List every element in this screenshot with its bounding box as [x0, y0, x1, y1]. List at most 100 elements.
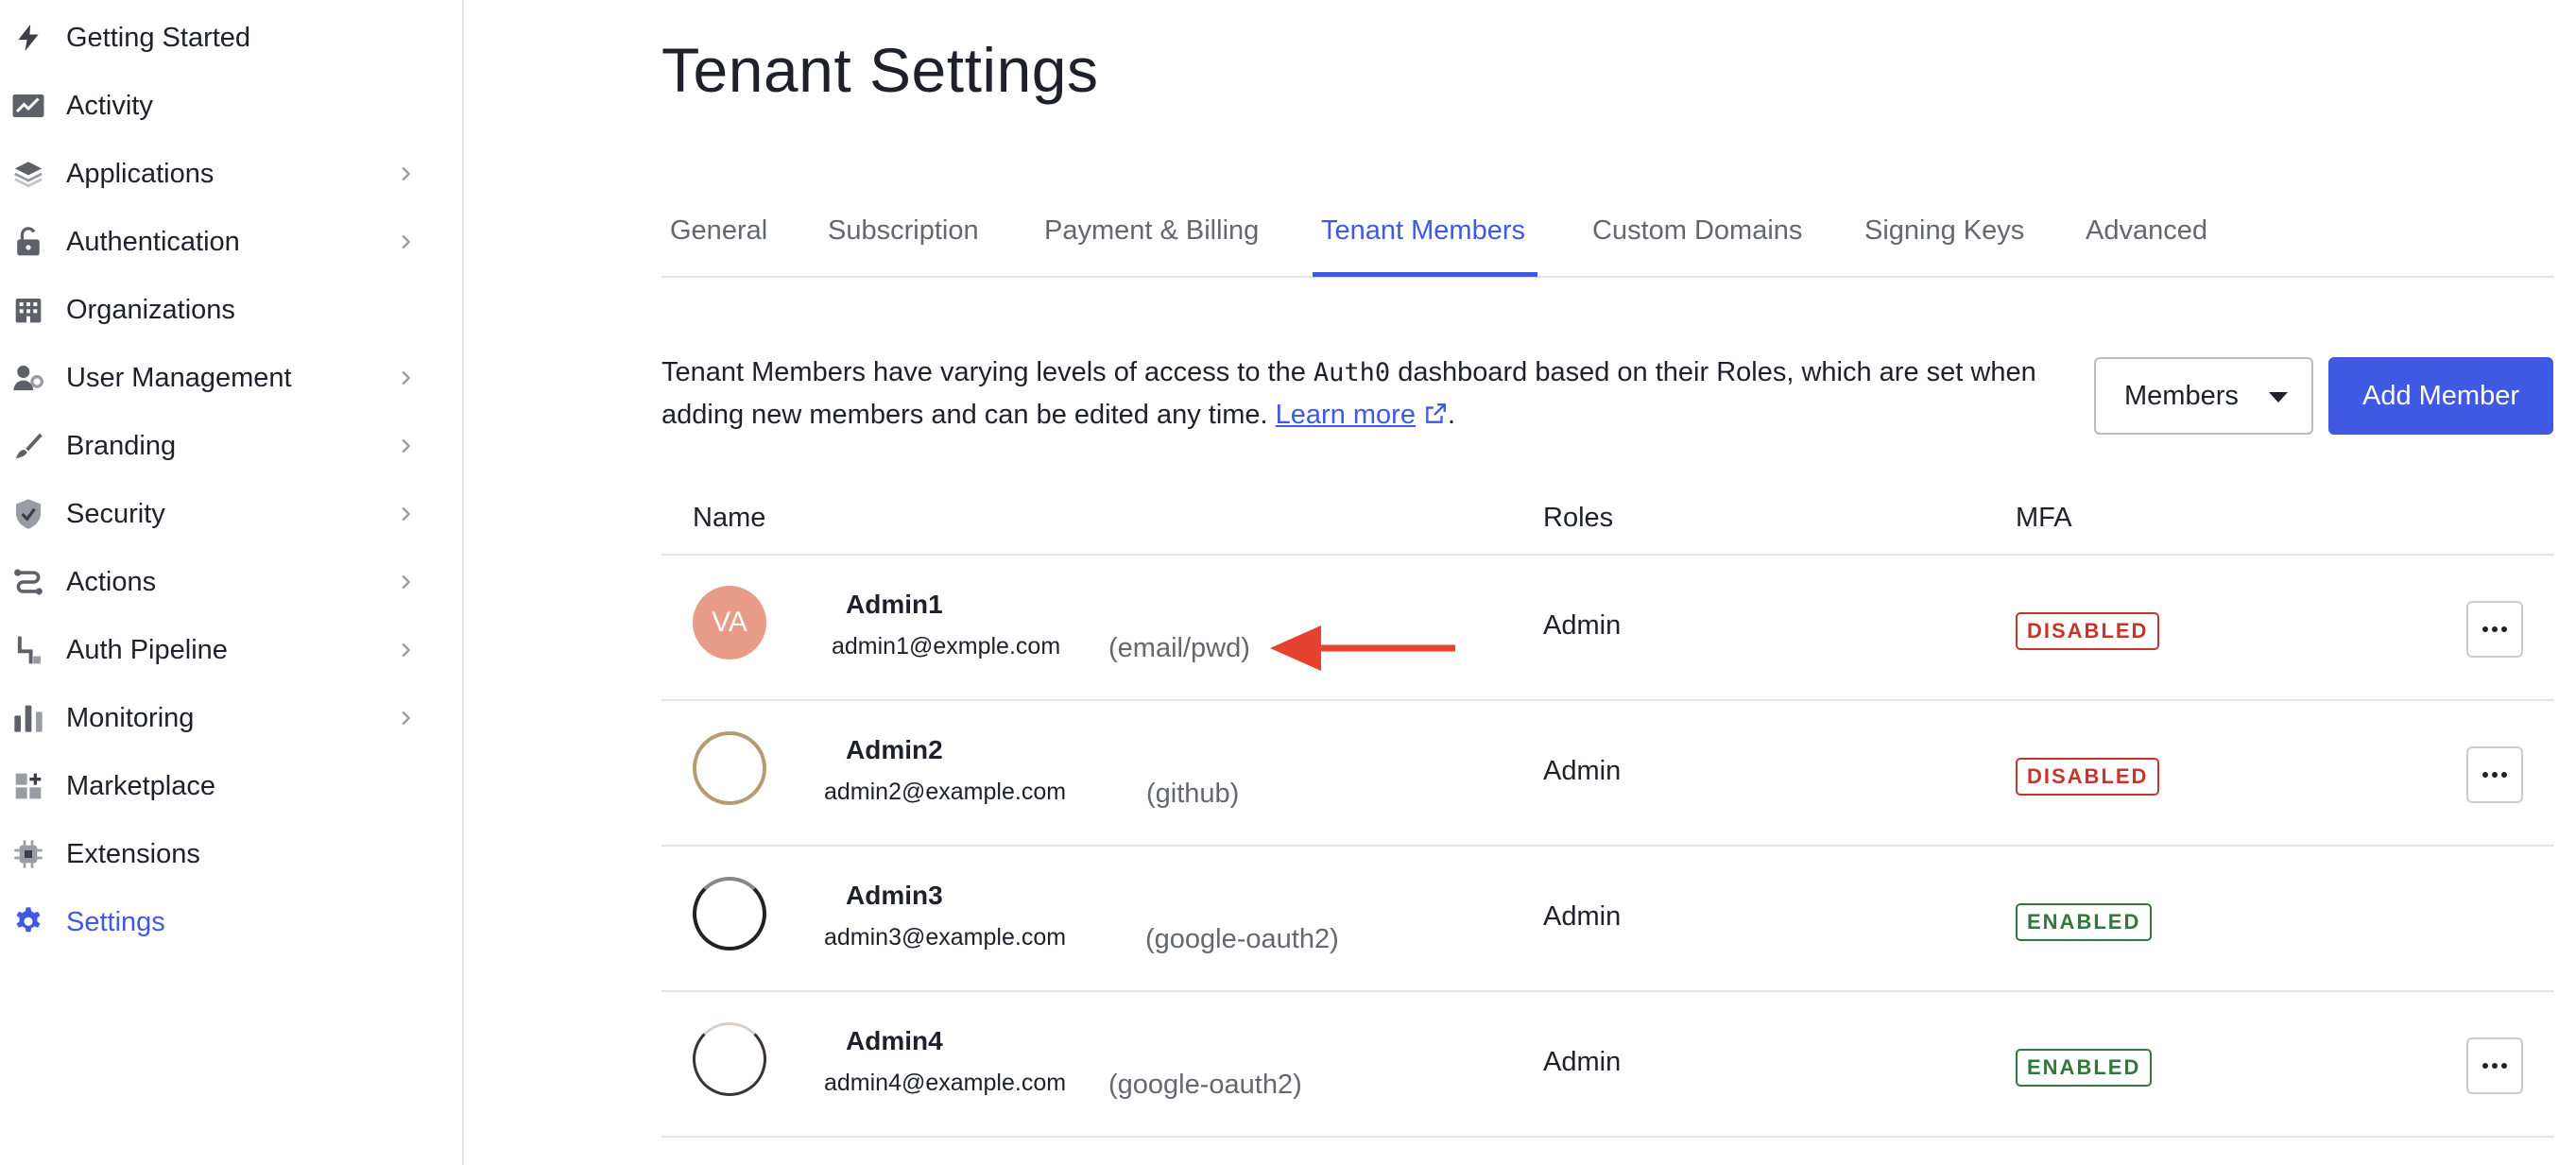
- sidebar-item-marketplace[interactable]: Marketplace: [0, 752, 462, 820]
- sidebar-item-label: Authentication: [66, 226, 240, 257]
- sidebar-item-actions[interactable]: Actions: [0, 548, 462, 616]
- avatar: [693, 1022, 766, 1096]
- chevron-right-icon: [402, 506, 411, 522]
- sidebar-item-monitoring[interactable]: Monitoring: [0, 684, 462, 752]
- sidebar: Getting Started Activity Applications Au…: [0, 0, 464, 1165]
- bar-chart-icon: [11, 701, 45, 735]
- chevron-right-icon: [402, 642, 411, 658]
- mfa-status-badge: ENABLED: [2016, 903, 2153, 941]
- members-filter-value: Members: [2124, 380, 2239, 411]
- member-connection: (google-oauth2): [1108, 1070, 1302, 1100]
- avatar: [693, 877, 766, 951]
- sidebar-item-label: Monitoring: [66, 702, 195, 733]
- tab-tenant-members[interactable]: Tenant Members: [1321, 215, 1525, 247]
- avatar: [693, 731, 766, 805]
- learn-more-link[interactable]: Learn more: [1276, 400, 1416, 430]
- member-connection: (email/pwd): [1108, 633, 1250, 663]
- sidebar-item-label: Actions: [66, 566, 157, 597]
- column-header-roles[interactable]: Roles: [1543, 503, 1613, 534]
- sidebar-item-label: Security: [66, 498, 165, 529]
- row-actions-button[interactable]: [2466, 746, 2523, 803]
- flow-icon: [11, 565, 45, 599]
- row-actions-button[interactable]: [2466, 1037, 2523, 1094]
- member-connection: (github): [1146, 779, 1240, 809]
- add-member-button[interactable]: Add Member: [2328, 357, 2553, 435]
- member-email: admin2@example.com: [824, 779, 1067, 805]
- sidebar-item-settings[interactable]: Settings: [0, 888, 462, 956]
- chevron-right-icon: [402, 711, 411, 726]
- table-row[interactable]: VA Admin1 admin1@exmple.com (email/pwd) …: [661, 556, 2554, 701]
- sidebar-item-label: Organizations: [66, 294, 235, 325]
- sidebar-item-auth-pipeline[interactable]: Auth Pipeline: [0, 616, 462, 684]
- sidebar-item-branding[interactable]: Branding: [0, 412, 462, 480]
- sidebar-item-label: Applications: [66, 158, 215, 189]
- external-link-icon[interactable]: [1423, 402, 1448, 426]
- mfa-status-badge: DISABLED: [2016, 758, 2160, 796]
- table-row[interactable]: Admin3 admin3@example.com (google-oauth2…: [661, 847, 2554, 992]
- sidebar-item-label: Auth Pipeline: [66, 634, 228, 665]
- tab-payment-billing[interactable]: Payment & Billing: [1044, 215, 1259, 247]
- mfa-status-badge: DISABLED: [2016, 612, 2160, 650]
- members-table: Name Roles MFA VA Admin1 admin1@exmple.c…: [661, 480, 2554, 1138]
- member-role: Admin: [1543, 610, 1622, 641]
- sidebar-item-authentication[interactable]: Authentication: [0, 208, 462, 276]
- member-email: admin3@example.com: [824, 924, 1067, 951]
- member-role: Admin: [1543, 901, 1622, 932]
- tab-subscription[interactable]: Subscription: [828, 215, 979, 247]
- table-row[interactable]: Admin2 admin2@example.com (github) Admin…: [661, 701, 2554, 847]
- caret-down-icon: [2269, 392, 2288, 403]
- sidebar-item-label: Marketplace: [66, 770, 215, 801]
- members-description: Tenant Members have varying levels of ac…: [661, 357, 2036, 430]
- member-role: Admin: [1543, 1047, 1622, 1077]
- shield-check-icon: [11, 497, 45, 531]
- sidebar-item-getting-started[interactable]: Getting Started: [0, 4, 462, 72]
- chevron-right-icon: [402, 234, 411, 249]
- member-email: admin1@exmple.com: [832, 633, 1061, 660]
- layers-icon: [11, 157, 45, 191]
- sidebar-item-label: Getting Started: [66, 22, 251, 53]
- pipeline-icon: [11, 633, 45, 667]
- row-actions-button[interactable]: [2466, 601, 2523, 658]
- user-gear-icon: [11, 361, 45, 395]
- sidebar-item-user-management[interactable]: User Management: [0, 344, 462, 412]
- annotation-arrow-icon: [1270, 625, 1455, 671]
- bolt-icon: [11, 21, 45, 55]
- more-horizontal-icon: [2482, 1063, 2507, 1069]
- sidebar-item-label: Settings: [66, 906, 165, 937]
- member-name[interactable]: Admin2: [846, 735, 943, 765]
- sidebar-item-label: User Management: [66, 362, 292, 393]
- column-header-name[interactable]: Name: [693, 503, 765, 534]
- chevron-right-icon: [402, 166, 411, 181]
- sidebar-item-applications[interactable]: Applications: [0, 140, 462, 208]
- chevron-right-icon: [402, 574, 411, 590]
- member-name[interactable]: Admin4: [846, 1026, 943, 1056]
- more-horizontal-icon: [2482, 772, 2507, 778]
- tab-custom-domains[interactable]: Custom Domains: [1592, 215, 1802, 247]
- sidebar-item-extensions[interactable]: Extensions: [0, 820, 462, 888]
- mfa-status-badge: ENABLED: [2016, 1049, 2153, 1087]
- avatar: VA: [693, 586, 766, 660]
- sidebar-item-label: Extensions: [66, 838, 200, 869]
- member-name[interactable]: Admin1: [846, 590, 943, 620]
- tab-advanced[interactable]: Advanced: [2086, 215, 2207, 247]
- building-icon: [11, 293, 45, 327]
- members-filter-select[interactable]: Members: [2094, 357, 2313, 435]
- sidebar-item-label: Branding: [66, 430, 177, 461]
- table-row[interactable]: Admin4 admin4@example.com (google-oauth2…: [661, 992, 2554, 1138]
- member-role: Admin: [1543, 756, 1622, 786]
- sidebar-item-security[interactable]: Security: [0, 480, 462, 548]
- settings-tabs: General Subscription Payment & Billing T…: [661, 189, 2554, 278]
- member-connection: (google-oauth2): [1145, 924, 1339, 954]
- sidebar-item-activity[interactable]: Activity: [0, 72, 462, 140]
- member-email: admin4@example.com: [824, 1070, 1067, 1096]
- tab-signing-keys[interactable]: Signing Keys: [1864, 215, 2024, 247]
- column-header-mfa[interactable]: MFA: [2016, 503, 2072, 534]
- brand-name: Auth0: [1313, 358, 1391, 387]
- table-header: Name Roles MFA: [661, 480, 2554, 556]
- member-name[interactable]: Admin3: [846, 881, 943, 911]
- more-horizontal-icon: [2482, 626, 2507, 632]
- active-tab-indicator: [1313, 272, 1537, 277]
- tab-general[interactable]: General: [670, 215, 767, 247]
- sidebar-item-label: Activity: [66, 90, 153, 121]
- sidebar-item-organizations[interactable]: Organizations: [0, 276, 462, 344]
